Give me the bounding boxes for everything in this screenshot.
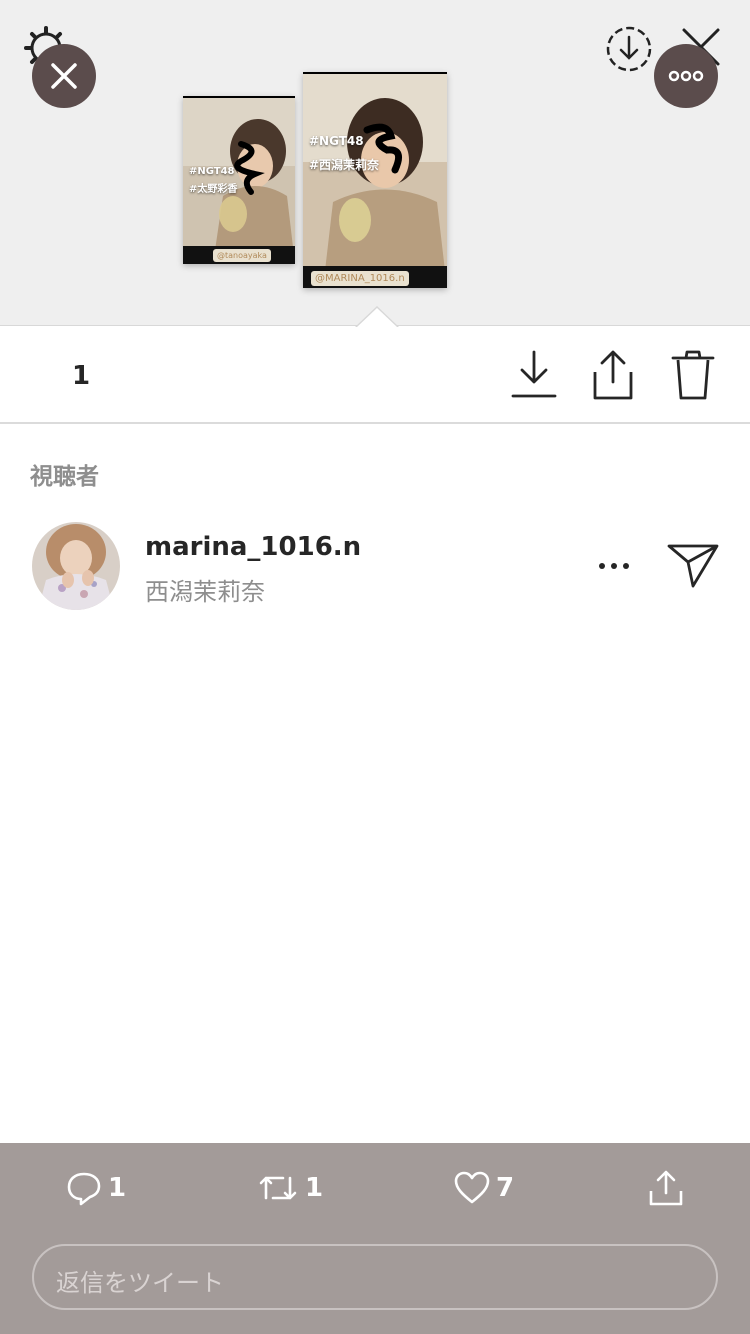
story-hashtag: #NGT48 (189, 166, 235, 177)
reply-count: 1 (108, 1173, 127, 1203)
selection-pointer-fill (357, 308, 397, 327)
download-icon[interactable] (511, 348, 557, 402)
view-count: 1 (72, 361, 91, 391)
trash-icon[interactable] (670, 348, 716, 402)
more-icon[interactable] (596, 554, 632, 578)
retweet-count: 1 (305, 1173, 324, 1203)
story-hashtag: #太野彩香 (189, 184, 238, 195)
share-icon (649, 1170, 683, 1206)
story-photo (303, 72, 447, 288)
avatar[interactable] (32, 522, 120, 610)
like-count: 7 (496, 1173, 515, 1203)
story-top-bar (183, 96, 295, 98)
heart-icon (454, 1171, 490, 1204)
viewers-section-title: 視聴者 (30, 464, 99, 490)
story-thumbnail[interactable]: #NGT48 #太野彩香 @tanoayaka (183, 96, 295, 264)
more-icon (668, 70, 704, 82)
story-thumbnail-selected[interactable]: #NGT48 #西潟茉莉奈 @MARINA_1016.n (303, 72, 447, 288)
story-preview-area: #NGT48 #太野彩香 @tanoayaka #NGT48 #西潟茉莉奈 @M… (0, 0, 750, 326)
reply-icon (67, 1172, 101, 1206)
share-tweet-button[interactable] (648, 1166, 684, 1210)
share-icon[interactable] (590, 348, 636, 402)
send-icon[interactable] (666, 540, 720, 590)
story-hashtag: #西潟茉莉奈 (309, 158, 380, 172)
download-circle-icon[interactable] (604, 24, 654, 74)
retweet-icon (259, 1176, 297, 1200)
reply-button[interactable]: 1 (66, 1166, 126, 1210)
reply-placeholder: 返信をツイート (56, 1269, 224, 1297)
more-options-button[interactable] (654, 44, 718, 108)
story-stats-row (0, 327, 750, 424)
story-credit: @tanoayaka (213, 249, 271, 262)
viewer-full-name: 西潟茉莉奈 (145, 578, 265, 606)
close-icon (51, 63, 77, 89)
story-top-bar (303, 72, 447, 74)
story-hashtag: #NGT48 (309, 134, 364, 148)
viewer-username[interactable]: marina_1016.n (145, 532, 361, 562)
story-credit: @MARINA_1016.n (311, 271, 409, 286)
dismiss-button[interactable] (32, 44, 96, 108)
retweet-button[interactable]: 1 (257, 1166, 323, 1210)
like-button[interactable]: 7 (454, 1166, 514, 1210)
